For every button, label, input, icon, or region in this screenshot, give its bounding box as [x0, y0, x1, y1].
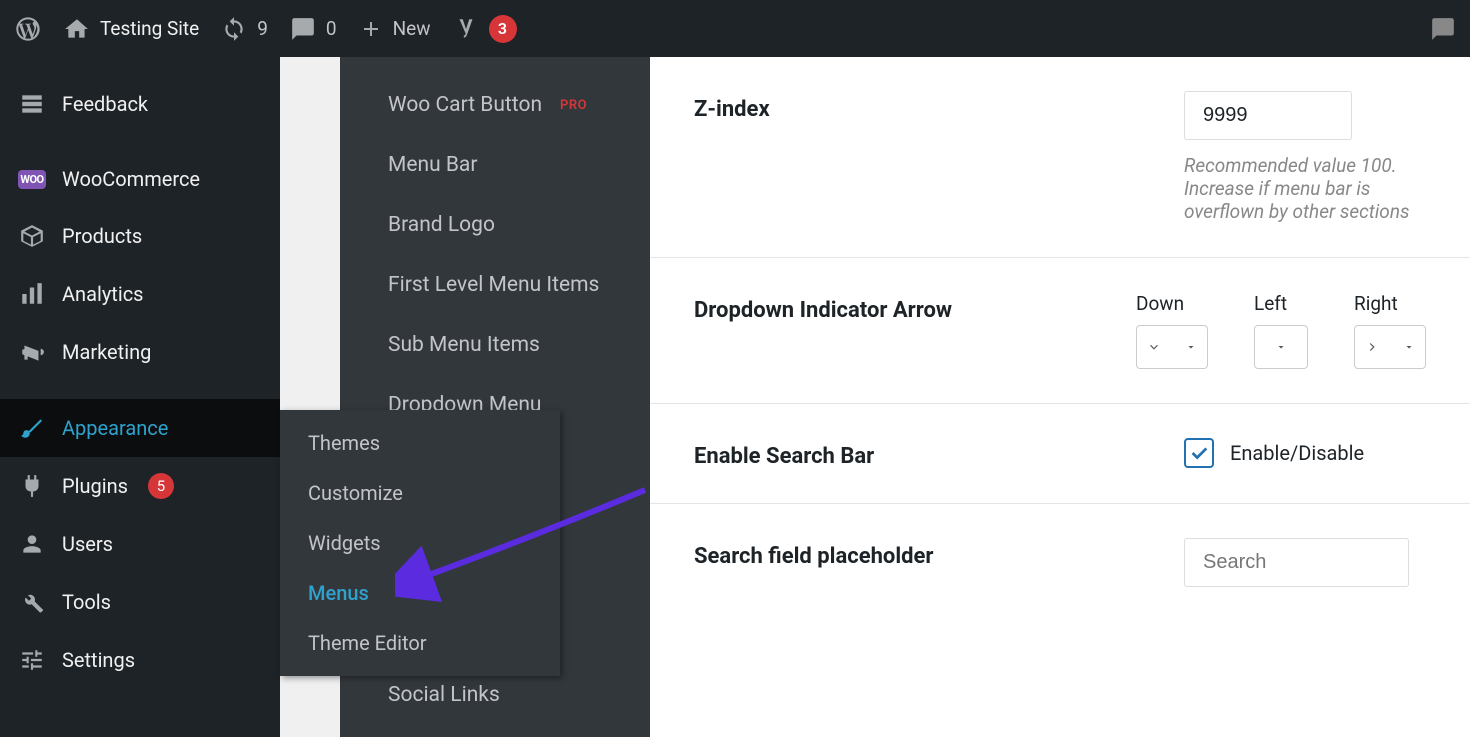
sidebar-item-label: Feedback — [62, 92, 148, 116]
setting-zindex: Z-index Recommended value 100. Increase … — [650, 57, 1470, 258]
updates-link[interactable]: 9 — [221, 16, 268, 42]
caret-down-icon — [1185, 341, 1197, 353]
new-label: New — [393, 17, 431, 40]
feedback-icon — [18, 91, 46, 117]
check-icon — [1188, 442, 1210, 464]
yoast-icon — [453, 16, 479, 42]
woo-icon: WOO — [18, 170, 46, 189]
setting-search-placeholder: Search field placeholder — [650, 504, 1470, 621]
customizer-item-menubar[interactable]: Menu Bar — [388, 135, 620, 195]
item-label: Brand Logo — [388, 213, 495, 237]
sidebar-item-label: Appearance — [62, 416, 168, 440]
item-label: Woo Cart Button — [388, 93, 542, 117]
sidebar-item-label: WooCommerce — [62, 167, 200, 191]
refresh-icon — [221, 16, 247, 42]
site-home[interactable]: Testing Site — [64, 16, 199, 42]
dd-left-select[interactable] — [1254, 325, 1308, 369]
sidebar-item-label: Products — [62, 224, 142, 248]
submenu-theme-editor[interactable]: Theme Editor — [280, 618, 560, 668]
dd-right-label: Right — [1354, 292, 1426, 315]
person-icon — [18, 531, 46, 557]
brush-icon — [18, 415, 46, 441]
zindex-hint: Recommended value 100. Increase if menu … — [1184, 154, 1426, 223]
item-label: First Level Menu Items — [388, 273, 599, 297]
plus-icon — [359, 17, 383, 41]
sidebar-item-label: Tools — [62, 590, 111, 614]
admin-sidebar: Feedback WOO WooCommerce Products Analyt… — [0, 57, 280, 737]
sidebar-item-marketing[interactable]: Marketing — [0, 323, 280, 381]
customizer-item-submenu[interactable]: Sub Menu Items — [388, 315, 620, 375]
sidebar-item-users[interactable]: Users — [0, 515, 280, 573]
caret-down-icon — [1403, 341, 1415, 353]
updates-count: 9 — [257, 17, 268, 40]
wrench-icon — [18, 589, 46, 615]
new-content[interactable]: New — [359, 17, 431, 41]
sidebar-item-feedback[interactable]: Feedback — [0, 75, 280, 133]
item-label: Social Links — [388, 683, 500, 707]
setting-dropdown-arrow: Dropdown Indicator Arrow Down Left — [650, 258, 1470, 404]
search-placeholder-input[interactable] — [1184, 538, 1409, 587]
zindex-label: Z-index — [694, 91, 1184, 122]
toggle-label: Enable/Disable — [1230, 441, 1364, 465]
dd-down-select[interactable] — [1136, 325, 1208, 369]
sidebar-item-woocommerce[interactable]: WOO WooCommerce — [0, 151, 280, 207]
dd-down-label: Down — [1136, 292, 1208, 315]
dd-right-select[interactable] — [1354, 325, 1426, 369]
megaphone-icon — [18, 339, 46, 365]
item-label: Menu Bar — [388, 153, 477, 177]
setting-search-bar: Enable Search Bar Enable/Disable — [650, 404, 1470, 504]
appearance-submenu: Themes Customize Widgets Menus Theme Edi… — [280, 410, 560, 676]
seo-link[interactable]: 3 — [453, 15, 517, 43]
pro-tag: PRO — [560, 98, 587, 113]
dropdown-label: Dropdown Indicator Arrow — [694, 292, 1136, 323]
box-icon — [18, 223, 46, 249]
admin-bar: Testing Site 9 0 New 3 — [0, 0, 1470, 57]
search-bar-checkbox[interactable] — [1184, 438, 1214, 468]
chevron-right-icon — [1365, 340, 1379, 354]
customizer-item-firstlevel[interactable]: First Level Menu Items — [388, 255, 620, 315]
sliders-icon — [18, 647, 46, 673]
comment-icon — [290, 16, 316, 42]
sidebar-item-tools[interactable]: Tools — [0, 573, 280, 631]
item-label: Sub Menu Items — [388, 333, 540, 357]
submenu-widgets[interactable]: Widgets — [280, 518, 560, 568]
sidebar-item-analytics[interactable]: Analytics — [0, 265, 280, 323]
sidebar-item-label: Users — [62, 532, 113, 556]
sidebar-item-plugins[interactable]: Plugins 5 — [0, 457, 280, 515]
plug-icon — [18, 473, 46, 499]
customizer-item-brandlogo[interactable]: Brand Logo — [388, 195, 620, 255]
wp-logo[interactable] — [14, 15, 42, 43]
sidebar-item-label: Settings — [62, 648, 135, 672]
sidebar-item-settings[interactable]: Settings — [0, 631, 280, 689]
sidebar-item-label: Marketing — [62, 340, 151, 364]
bars-icon — [18, 281, 46, 307]
wordpress-icon — [14, 15, 42, 43]
zindex-input[interactable] — [1184, 91, 1352, 140]
seo-badge: 3 — [489, 15, 517, 43]
sidebar-item-products[interactable]: Products — [0, 207, 280, 265]
submenu-themes[interactable]: Themes — [280, 418, 560, 468]
search-bar-label: Enable Search Bar — [694, 438, 1184, 469]
comments-count: 0 — [326, 17, 337, 40]
submenu-menus[interactable]: Menus — [280, 568, 560, 618]
customizer-item-woocart[interactable]: Woo Cart Button PRO — [388, 75, 620, 135]
comments-link[interactable]: 0 — [290, 16, 337, 42]
chat-icon[interactable] — [1430, 16, 1456, 42]
dd-left-label: Left — [1254, 292, 1308, 315]
submenu-customize[interactable]: Customize — [280, 468, 560, 518]
settings-panel: Z-index Recommended value 100. Increase … — [650, 57, 1470, 737]
sidebar-item-appearance[interactable]: Appearance — [0, 399, 280, 457]
search-placeholder-label: Search field placeholder — [694, 538, 1184, 569]
sidebar-item-label: Plugins — [62, 474, 128, 498]
admin-bar-right — [1430, 16, 1456, 42]
plugins-badge: 5 — [148, 473, 174, 499]
sidebar-item-label: Analytics — [62, 282, 144, 306]
chevron-down-icon — [1147, 340, 1161, 354]
caret-down-icon — [1275, 341, 1287, 353]
site-title: Testing Site — [100, 17, 199, 40]
home-icon — [64, 16, 90, 42]
